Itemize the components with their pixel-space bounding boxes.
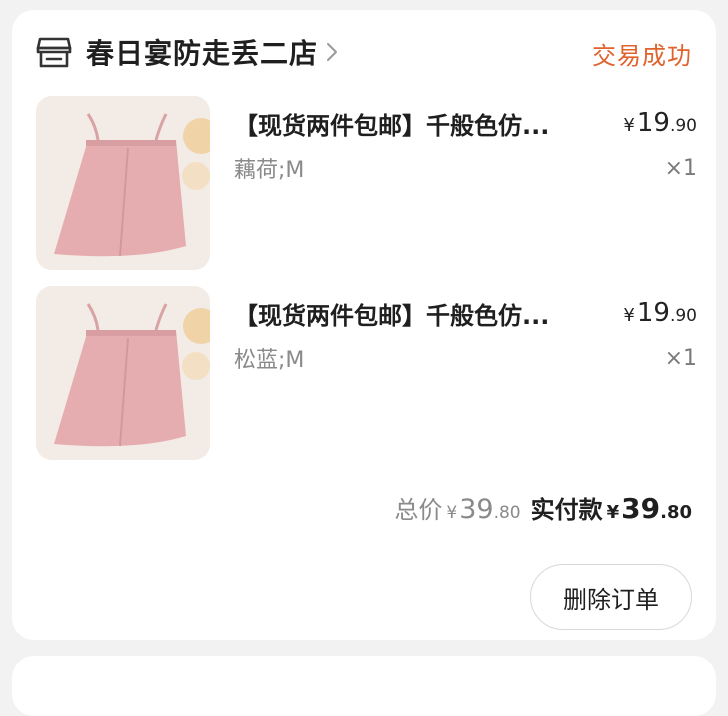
product-thumbnail[interactable] xyxy=(36,96,210,270)
item-spec: 藕荷;M xyxy=(234,158,305,183)
item-price: ¥19.90 xyxy=(623,108,697,138)
currency-symbol: ¥ xyxy=(623,305,635,326)
order-item[interactable]: 【现货两件包邮】千般色仿... 藕荷;M ¥19.90 ×1 xyxy=(36,96,697,272)
currency-symbol: ¥ xyxy=(623,115,635,136)
paid-decimal: .80 xyxy=(660,502,692,523)
total-decimal: .80 xyxy=(493,503,521,523)
currency-symbol: ¥ xyxy=(606,502,620,523)
delete-order-button[interactable]: 删除订单 xyxy=(530,564,692,630)
total-label: 总价 xyxy=(394,496,443,524)
order-card: 春日宴防走丢二店 交易成功 【现货两件包邮】千般色仿... 藕荷;M ¥19.9… xyxy=(12,10,716,640)
price-decimal: .90 xyxy=(669,306,697,326)
chevron-right-icon xyxy=(326,42,338,62)
paid-integer: 39 xyxy=(621,492,661,525)
item-spec: 松蓝;M xyxy=(234,348,305,373)
item-quantity: ×1 xyxy=(664,156,697,181)
price-integer: 19 xyxy=(636,298,670,328)
currency-symbol: ¥ xyxy=(446,503,458,523)
item-price: ¥19.90 xyxy=(623,298,697,328)
price-decimal: .90 xyxy=(669,116,697,136)
order-item[interactable]: 【现货两件包邮】千般色仿... 松蓝;M ¥19.90 ×1 xyxy=(36,286,697,462)
total-integer: 39 xyxy=(459,494,494,525)
item-title: 【现货两件包邮】千般色仿... xyxy=(234,112,550,140)
paid-value: ¥39.80 xyxy=(607,492,692,525)
item-title: 【现货两件包邮】千般色仿... xyxy=(234,302,550,330)
order-totals: 总价 ¥39.80 实付款 ¥39.80 xyxy=(394,490,692,525)
shop-name: 春日宴防走丢二店 xyxy=(86,37,319,70)
total-value: ¥39.80 xyxy=(446,494,520,525)
next-order-card xyxy=(12,656,716,716)
item-quantity: ×1 xyxy=(664,346,697,371)
product-thumbnail[interactable] xyxy=(36,286,210,460)
shop-icon xyxy=(36,34,72,70)
price-integer: 19 xyxy=(636,108,670,138)
order-status: 交易成功 xyxy=(592,42,692,70)
shop-header[interactable]: 春日宴防走丢二店 xyxy=(36,30,338,74)
paid-label: 实付款 xyxy=(530,496,603,524)
